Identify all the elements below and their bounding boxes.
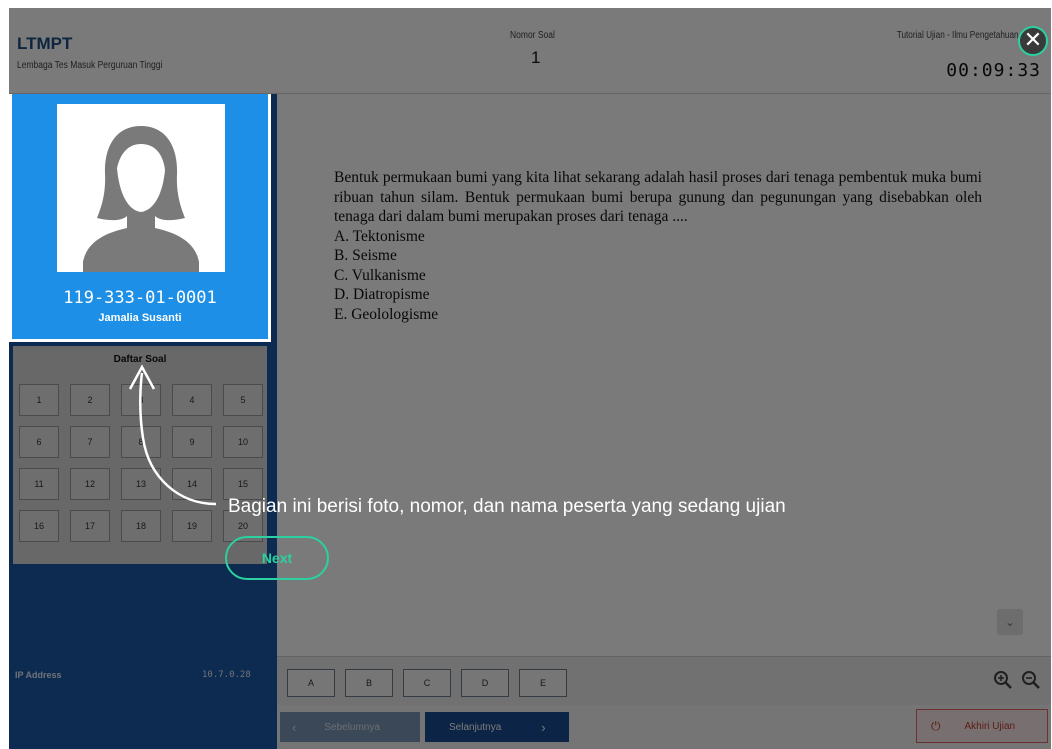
close-button[interactable]: ✕: [1018, 26, 1048, 56]
exam-screen: LTMPT Lembaga Tes Masuk Perguruan Tinggi…: [9, 8, 1051, 749]
pointer-arrow: [128, 364, 217, 506]
close-icon: ✕: [1023, 28, 1043, 53]
tutorial-next-button[interactable]: Next: [225, 536, 329, 580]
tutorial-callout: Bagian ini berisi foto, nomor, dan nama …: [228, 496, 786, 517]
